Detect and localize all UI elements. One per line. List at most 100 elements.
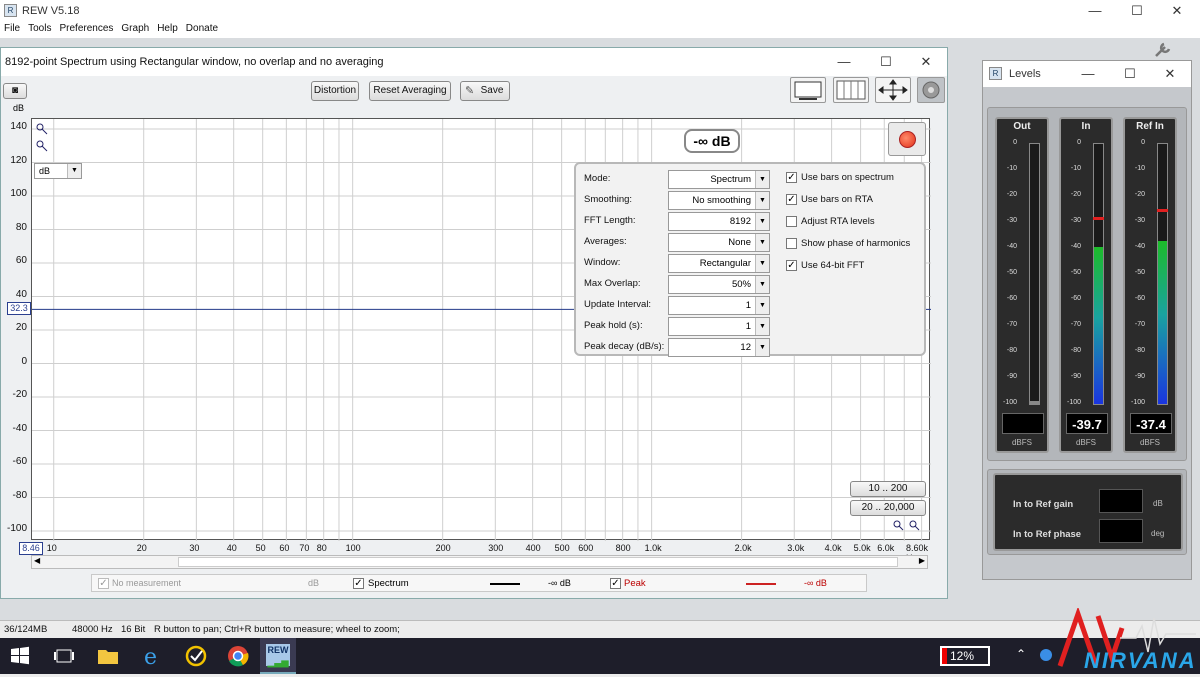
- control-select[interactable]: Rectangular ▼: [668, 254, 770, 273]
- watermark-bottom-text: NIRVANA: [1084, 648, 1197, 673]
- x-tick-label: 100: [345, 543, 361, 553]
- tray-chevron-up-icon[interactable]: ⌃: [1016, 647, 1026, 661]
- y-unit-select-value: dB: [39, 166, 51, 176]
- control-select[interactable]: None ▼: [668, 233, 770, 252]
- levels-maximize-button[interactable]: ☐: [1115, 65, 1145, 83]
- internet-explorer-icon[interactable]: e: [140, 644, 164, 668]
- record-button[interactable]: [888, 122, 926, 156]
- meter-value: -37.4: [1130, 413, 1172, 434]
- control-select-value: 12: [740, 342, 751, 353]
- option-checkbox-label: Show phase of harmonics: [801, 238, 911, 249]
- rew-taskbar-button[interactable]: REW ▁▃▅: [260, 638, 296, 674]
- control-select[interactable]: 8192 ▼: [668, 212, 770, 231]
- camera-button[interactable]: ◙: [3, 83, 27, 99]
- level-meter-2: In 0 -10 -20 -30 -40 -50 -60 -70 -80 -90 -100 -39.7 d…: [1059, 117, 1113, 453]
- task-view-icon[interactable]: [52, 644, 76, 668]
- meter-title: Ref In: [1136, 121, 1164, 132]
- gain-unit: dB: [1153, 499, 1163, 508]
- settings-button[interactable]: [917, 77, 945, 103]
- battery-indicator[interactable]: 12%: [940, 646, 990, 666]
- menu-tools[interactable]: Tools: [24, 22, 55, 34]
- option-checkbox[interactable]: [786, 216, 797, 227]
- windows-start-icon[interactable]: [8, 644, 32, 668]
- option-checkbox[interactable]: ✓: [786, 172, 797, 183]
- spectrum-maximize-button[interactable]: ☐: [871, 53, 901, 71]
- svg-text:e: e: [144, 645, 157, 668]
- chevron-down-icon: ▼: [67, 164, 81, 178]
- meter-value: [1002, 413, 1044, 434]
- meter-track: [1093, 143, 1104, 405]
- phase-value-display: [1099, 519, 1143, 543]
- option-checkbox[interactable]: ✓: [786, 194, 797, 205]
- range-20-20000-button[interactable]: 20 .. 20,000: [850, 500, 926, 516]
- control-label: Averages:: [584, 236, 627, 247]
- grid-toggle-button[interactable]: [833, 77, 869, 103]
- control-select[interactable]: Spectrum ▼: [668, 170, 770, 189]
- range-10-200-button[interactable]: 10 .. 200: [850, 481, 926, 497]
- spectrum-window-title: 8192-point Spectrum using Rectangular wi…: [5, 56, 384, 68]
- chevron-down-icon: ▼: [755, 213, 769, 230]
- spectrum-close-button[interactable]: ✕: [911, 53, 941, 71]
- rta-settings-panel: Mode: Spectrum ▼ Smoothing: No smoothing ▼ FFT…: [574, 162, 926, 357]
- graph-layout-button[interactable]: [790, 77, 826, 103]
- chrome-icon[interactable]: [226, 644, 250, 668]
- control-select[interactable]: 12 ▼: [668, 338, 770, 357]
- save-button[interactable]: ✎ Save: [460, 81, 510, 101]
- main-close-button[interactable]: ✕: [1162, 2, 1192, 20]
- zoom-magnifier-icons[interactable]: [34, 120, 50, 152]
- levels-minimize-button[interactable]: —: [1073, 65, 1103, 83]
- distortion-button[interactable]: Distortion: [311, 81, 359, 101]
- spectrum-legend-label: Spectrum: [368, 578, 409, 589]
- level-meter-3: Ref In 0 -10 -20 -30 -40 -50 -60 -70 -80 -90 -100 -3…: [1123, 117, 1177, 453]
- norton-icon[interactable]: [184, 644, 208, 668]
- spectrum-legend-value: -∞ dB: [548, 578, 571, 588]
- wrench-icon[interactable]: [1150, 40, 1174, 60]
- control-select[interactable]: 1 ▼: [668, 296, 770, 315]
- spectrum-checkbox[interactable]: ✓: [353, 578, 364, 589]
- no-measurement-label: No measurement: [112, 578, 182, 588]
- x-tick-label: 70: [299, 543, 310, 553]
- phase-label: In to Ref phase: [1013, 529, 1082, 540]
- scroll-right-icon[interactable]: ▶: [919, 556, 925, 565]
- pan-zoom-button[interactable]: [875, 77, 911, 103]
- meter-scale-label: -50: [1006, 269, 1017, 276]
- control-select[interactable]: No smoothing ▼: [668, 191, 770, 210]
- scroll-thumb[interactable]: [178, 557, 898, 567]
- file-explorer-icon[interactable]: [96, 644, 120, 668]
- horizontal-scrollbar[interactable]: ◀ ▶: [31, 555, 928, 569]
- spectrum-minimize-button[interactable]: —: [829, 53, 859, 71]
- main-minimize-button[interactable]: —: [1080, 2, 1110, 20]
- menu-donate[interactable]: Donate: [182, 22, 222, 34]
- control-select[interactable]: 50% ▼: [668, 275, 770, 294]
- option-checkbox[interactable]: [786, 238, 797, 249]
- x-tick-label: 50: [255, 543, 266, 553]
- x-tick-label: 30: [189, 543, 200, 553]
- camera-icon: ◙: [11, 85, 19, 96]
- levels-window-title: Levels: [1009, 68, 1041, 80]
- no-measurement-checkbox[interactable]: ✓: [98, 578, 109, 589]
- meter-title: In: [1081, 121, 1091, 132]
- menu-file[interactable]: File: [0, 22, 24, 34]
- control-label: Max Overlap:: [584, 278, 641, 289]
- menu-help[interactable]: Help: [153, 22, 182, 34]
- main-titlebar: R REW V5.18 — ☐ ✕: [0, 0, 1200, 22]
- y-unit-select[interactable]: dB ▼: [34, 163, 82, 179]
- level-meter-1: Out 0 -10 -20 -30 -40 -50 -60 -70 -80 -90 -100 dBFS: [995, 117, 1049, 453]
- x-zoom-magnifier-icons[interactable]: [891, 518, 925, 534]
- memory-status: 36/124MB: [4, 624, 48, 635]
- control-select[interactable]: 1 ▼: [668, 317, 770, 336]
- tray-info-icon[interactable]: [1040, 649, 1052, 661]
- meter-scale-label: -40: [1070, 243, 1081, 250]
- reset-averaging-button[interactable]: Reset Averaging: [369, 81, 451, 101]
- spectrum-line-swatch: [490, 583, 520, 585]
- levels-close-button[interactable]: ✕: [1155, 65, 1185, 83]
- menu-graph[interactable]: Graph: [117, 22, 153, 34]
- ref-gain-panel: In to Ref gain dB In to Ref phase deg: [993, 473, 1183, 551]
- peak-checkbox[interactable]: ✓: [610, 578, 621, 589]
- main-maximize-button[interactable]: ☐: [1122, 2, 1152, 20]
- meter-scale-label: -20: [1006, 191, 1017, 198]
- menu-preferences[interactable]: Preferences: [55, 22, 117, 34]
- levels-app-icon: R: [989, 67, 1002, 80]
- scroll-left-icon[interactable]: ◀: [34, 556, 40, 565]
- option-checkbox[interactable]: ✓: [786, 260, 797, 271]
